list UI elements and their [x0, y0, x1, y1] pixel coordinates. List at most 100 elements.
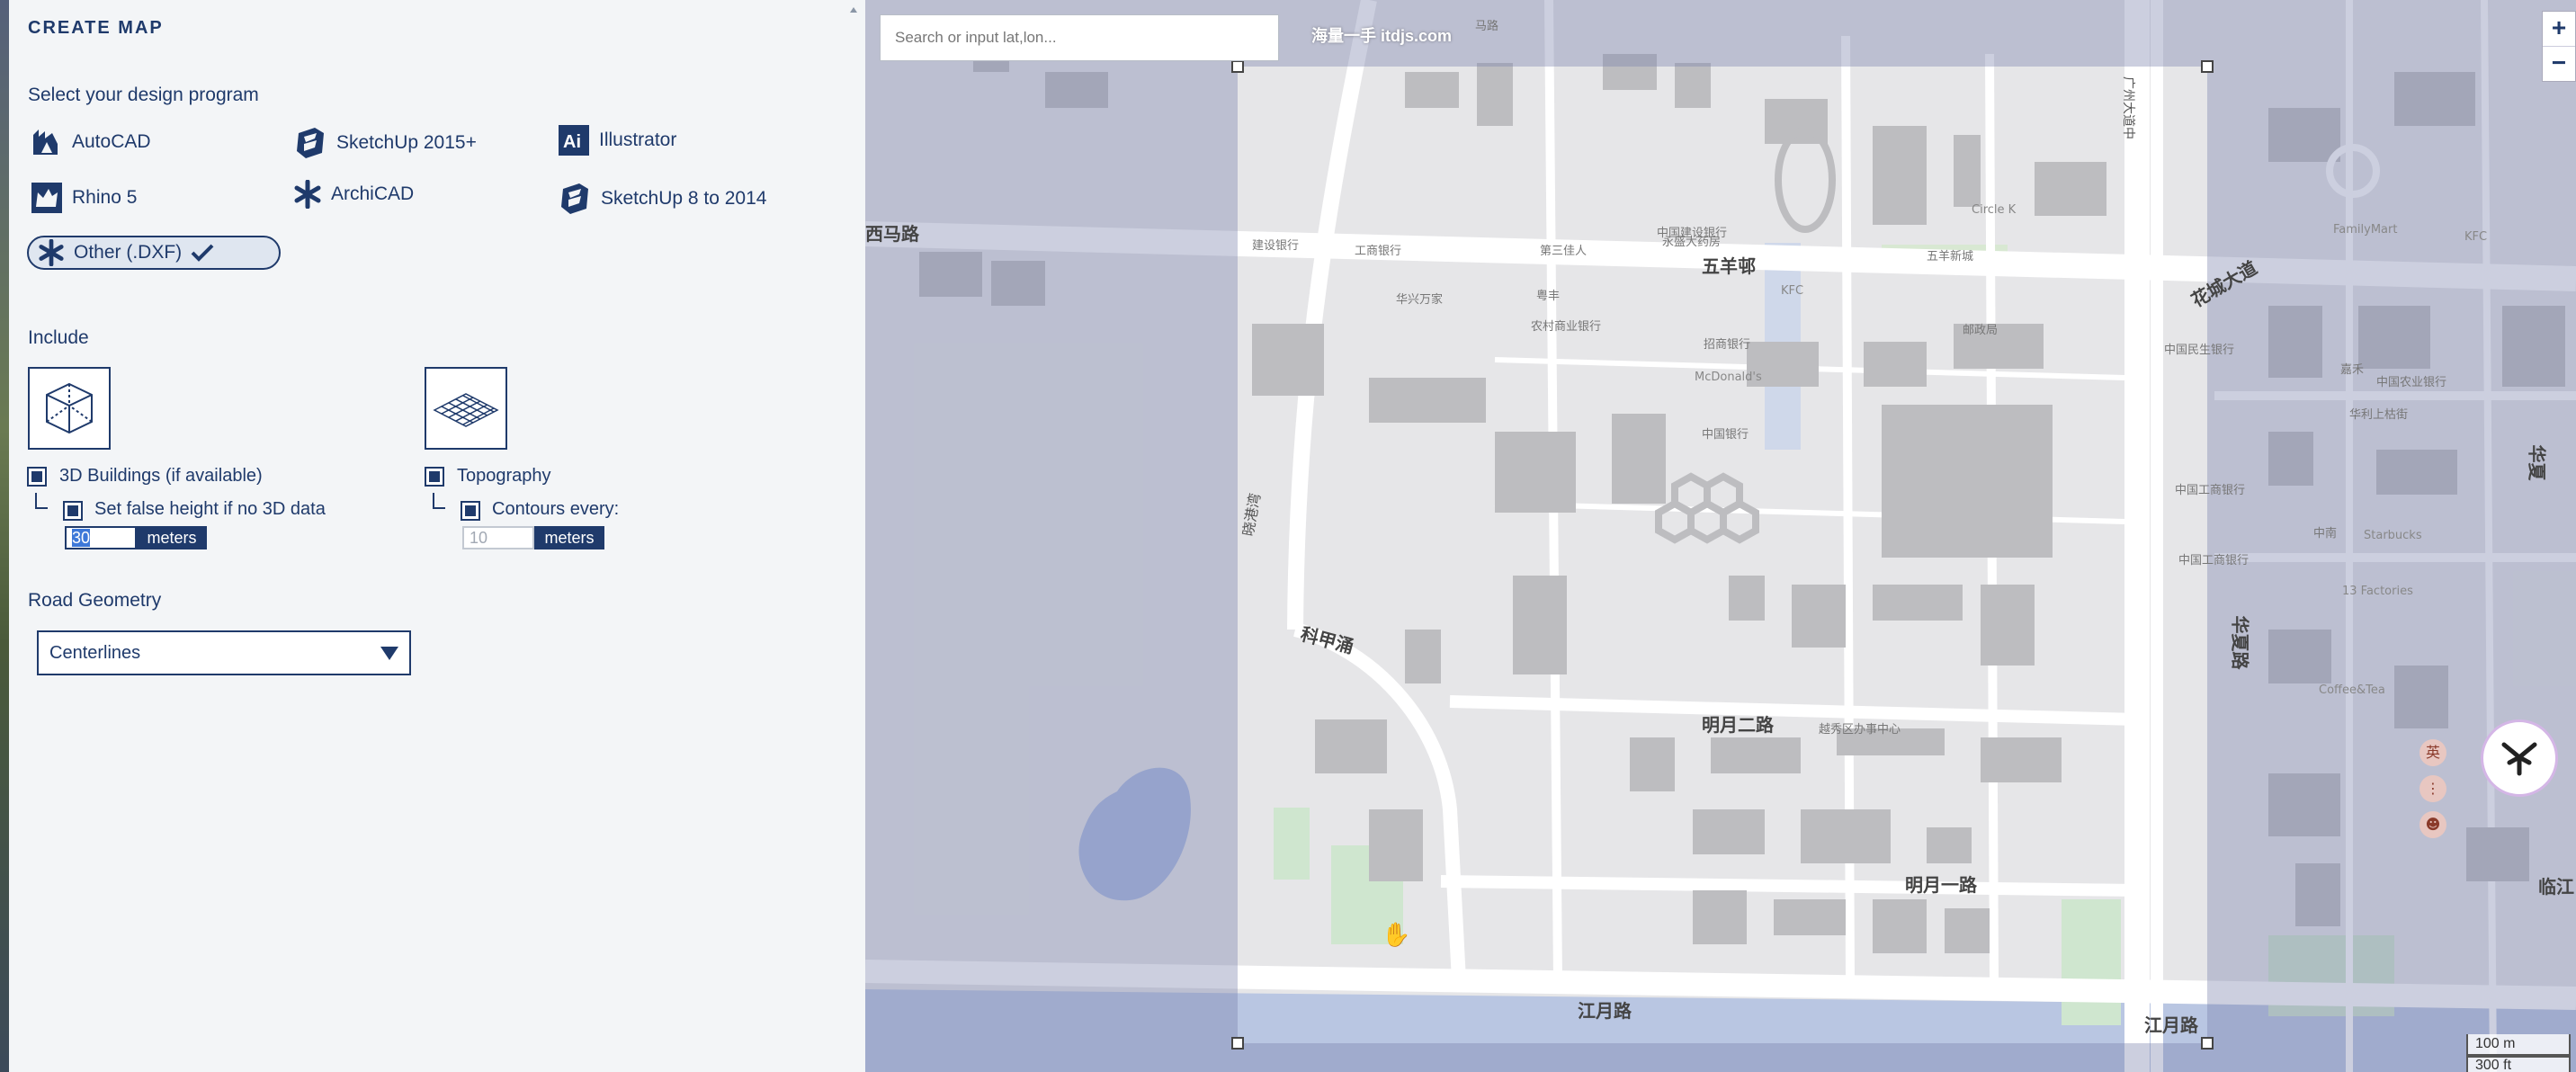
translate-icon[interactable]: 英: [2419, 739, 2446, 766]
buildings-checkbox[interactable]: [27, 467, 47, 487]
terrain-grid-icon: [433, 393, 499, 427]
map-search-input[interactable]: [880, 14, 1279, 61]
selection-handle-bottom-right[interactable]: [2201, 1037, 2214, 1050]
poi-label: 工商银行: [1355, 245, 1402, 258]
tree-connector: [433, 493, 445, 509]
street-label: 西马路: [865, 223, 919, 245]
dots-icon[interactable]: ⋮: [2419, 775, 2446, 802]
face-icon[interactable]: ☻: [2419, 811, 2446, 838]
include-section-label: Include: [28, 327, 89, 348]
zoom-in-button[interactable]: +: [2543, 12, 2575, 46]
park-area: [2062, 899, 2121, 1025]
panel-title: CREATE MAP: [28, 18, 164, 38]
assistant-avatar[interactable]: [2481, 719, 2558, 797]
cube-icon: [46, 382, 93, 434]
street-label: 广州大道中: [2121, 76, 2135, 139]
sketchup-icon: [297, 128, 324, 158]
sketchup-icon: [561, 183, 588, 214]
poi-label: 粤丰: [1536, 290, 1561, 303]
program-sketchup-8-2014[interactable]: SketchUp 8 to 2014: [558, 182, 766, 216]
program-section-label: Select your design program: [28, 85, 259, 105]
false-height-input[interactable]: 30: [65, 526, 137, 549]
poi-label: FamilyMart: [2333, 223, 2398, 237]
poi-label: KFC: [1781, 284, 1804, 298]
contours-unit: meters: [534, 526, 604, 549]
selection-mask: [865, 0, 1238, 1072]
hand-cursor-icon: ✋: [1382, 921, 1411, 948]
desktop-edge: [0, 0, 9, 1072]
svg-text:Ai: Ai: [563, 132, 581, 152]
tree-connector: [35, 493, 48, 509]
zoom-control: + −: [2542, 11, 2576, 82]
place-label: 五羊邨: [1702, 255, 1756, 277]
poi-label: 中国农业银行: [2376, 376, 2447, 389]
street-label: 江月路: [2144, 1014, 2198, 1036]
program-illustrator[interactable]: Ai Illustrator: [558, 124, 676, 156]
buildings-thumbnail[interactable]: [28, 367, 111, 450]
poi-label: 华利上枯街: [2349, 408, 2409, 422]
poi-label: Coffee&Tea: [2319, 683, 2385, 697]
poi-label: 农村商业银行: [1531, 320, 1602, 334]
program-label: Rhino 5: [72, 187, 138, 208]
poi-label: 中国银行: [1702, 428, 1749, 442]
asterisk-icon: [294, 180, 321, 209]
poi-label: 邮政局: [1963, 324, 1999, 337]
poi-label: 第三佳人: [1540, 245, 1588, 258]
program-label: Illustrator: [599, 130, 677, 150]
street-label: 明月一路: [1905, 874, 1977, 896]
road-section-label: Road Geometry: [28, 590, 162, 611]
poi-label: 13 Factories: [2342, 585, 2413, 598]
program-label: SketchUp 2015+: [336, 132, 477, 153]
street-label: 临江: [2538, 876, 2574, 898]
poi-label: 建设银行: [1252, 239, 1300, 253]
create-map-panel: CREATE MAP Select your design program Au…: [9, 0, 865, 1072]
contours-label: Contours every:: [492, 499, 620, 519]
road-geometry-select[interactable]: Centerlines: [37, 630, 411, 675]
program-autocad[interactable]: AutoCAD: [31, 126, 151, 158]
autocad-icon: [33, 130, 58, 155]
panel-scrollbar[interactable]: [847, 0, 860, 1072]
poi-label: 招商银行: [1704, 338, 1751, 352]
false-height-unit: meters: [137, 526, 207, 549]
selection-handle-top-right[interactable]: [2201, 60, 2214, 73]
dropdown-arrow-icon: [380, 647, 398, 660]
false-height-label: Set false height if no 3D data: [94, 499, 326, 519]
poi-label: 越秀区办事中心: [1819, 723, 1901, 737]
program-sketchup-2015[interactable]: SketchUp 2015+: [293, 126, 477, 160]
street-label: 明月二路: [1702, 714, 1774, 736]
asterisk-icon: [39, 239, 64, 266]
scale-metric: 100 m: [2466, 1034, 2571, 1056]
selection-handle-bottom-left[interactable]: [1231, 1037, 1244, 1050]
topography-thumbnail[interactable]: [425, 367, 507, 450]
program-other-dxf[interactable]: Other (.DXF): [27, 236, 281, 270]
zoom-out-button[interactable]: −: [2543, 46, 2575, 81]
program-label: Other (.DXF): [74, 242, 183, 263]
park-area: [1274, 808, 1310, 880]
buildings-label: 3D Buildings (if available): [59, 466, 263, 486]
false-height-input-group: 30 meters: [65, 526, 207, 549]
poi-label: 华兴万家: [1396, 293, 1444, 307]
topography-label: Topography: [457, 466, 551, 486]
poi-label: 嘉禾: [2340, 363, 2365, 377]
watermark: 海量一手 itdjs.com: [1311, 27, 1453, 45]
contours-checkbox[interactable]: [461, 501, 480, 521]
program-label: SketchUp 8 to 2014: [601, 188, 767, 209]
poi-label: Circle K: [1972, 203, 2017, 217]
street-label: 华夏: [2526, 444, 2548, 481]
contours-input-group: 10 meters: [462, 526, 604, 549]
program-archicad[interactable]: ArchiCAD: [293, 180, 414, 209]
floating-tools: 英 ⋮ ☻: [2419, 739, 2446, 838]
scale-bar: 100 m 300 ft: [2466, 1034, 2571, 1072]
poi-label: 中国民生银行: [2164, 344, 2235, 357]
map-view[interactable]: 明月二路 明月一路 江月路 江月路 五羊邨 科甲涌 西马路 花城大道 临江 华夏…: [865, 0, 2576, 1072]
program-rhino[interactable]: Rhino 5: [31, 182, 137, 214]
scroll-up-icon[interactable]: [850, 7, 857, 13]
selection-handle-top-left[interactable]: [1231, 60, 1244, 73]
poi-label: 中国工商银行: [2178, 554, 2250, 567]
contours-input[interactable]: 10: [462, 526, 534, 549]
program-label: ArchiCAD: [331, 183, 415, 204]
topography-checkbox[interactable]: [425, 467, 444, 487]
rhino-icon: [31, 183, 62, 213]
false-height-checkbox[interactable]: [63, 501, 83, 521]
poi-label: McDonald's: [1695, 371, 1762, 384]
